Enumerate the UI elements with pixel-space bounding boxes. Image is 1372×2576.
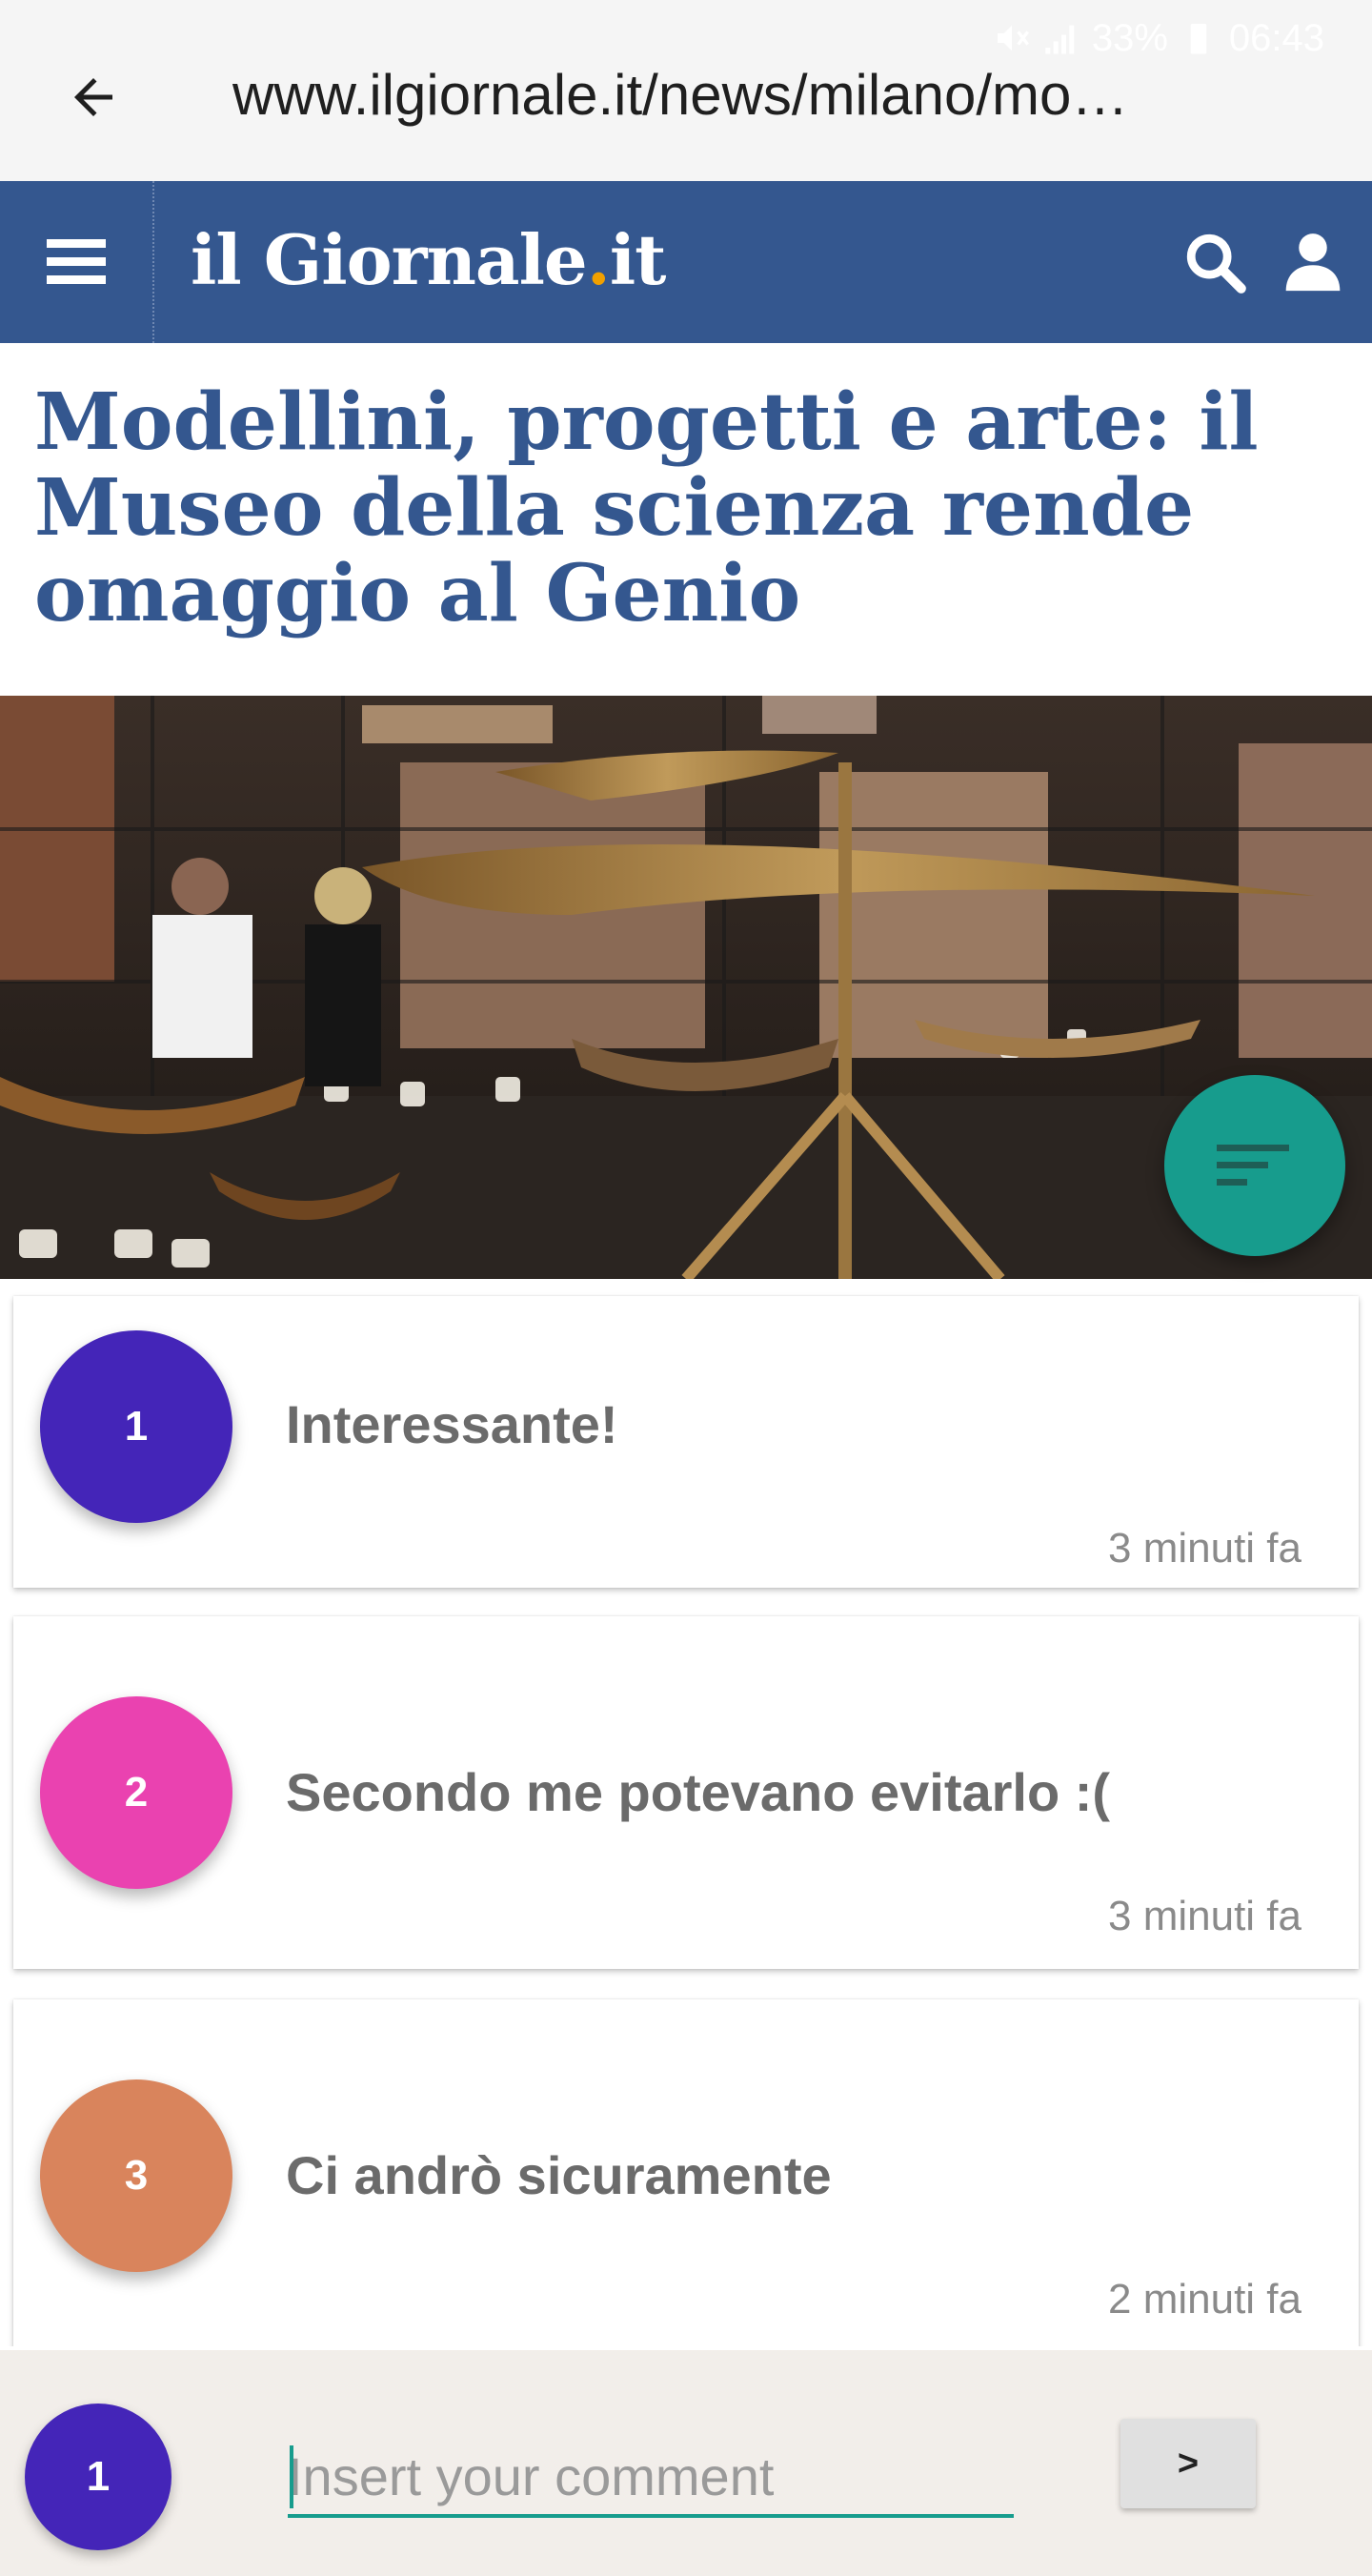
comment-badge: 1 (40, 1330, 232, 1523)
comment-card[interactable]: 2 Secondo me potevano evitarlo :( 3 minu… (13, 1616, 1359, 1969)
comment-card[interactable]: 1 Interessante! 3 minuti fa (13, 1296, 1359, 1588)
comment-card[interactable]: 3 Ci andrò sicuramente 2 minuti fa (13, 1999, 1359, 2346)
clock: 06:43 (1228, 16, 1324, 59)
comment-text: Ci andrò sicuramente (286, 2145, 832, 2205)
site-header: il Giornale.it (0, 181, 1372, 343)
search-icon (1186, 233, 1246, 294)
sort-comments-button[interactable] (1164, 1075, 1345, 1256)
search-button[interactable] (1181, 229, 1248, 295)
comment-text: Secondo me potevano evitarlo :( (286, 1762, 1111, 1822)
back-button[interactable] (55, 59, 131, 135)
user-button[interactable] (1281, 227, 1345, 295)
comment-time: 2 minuti fa (1108, 2276, 1301, 2322)
museum-photo (0, 696, 1372, 1279)
user-icon (1285, 233, 1341, 292)
comment-input[interactable] (288, 2438, 1014, 2518)
article-hero-image (0, 696, 1372, 1279)
mute-icon (997, 25, 1029, 51)
site-logo[interactable]: il Giornale.it (191, 217, 666, 303)
comment-time: 3 minuti fa (1108, 1893, 1301, 1939)
text-cursor (290, 2445, 293, 2508)
url-bar[interactable]: www.ilgiornale.it/news/milano/mo… (232, 57, 1300, 133)
arrow-left-icon (74, 78, 112, 116)
current-user-badge: 1 (25, 2404, 172, 2550)
comments-list: 1 Interessante! 3 minuti fa 2 Secondo me… (0, 1279, 1372, 2346)
article-title[interactable]: Modellini, progetti e arte: il Museo del… (34, 379, 1330, 637)
comment-time: 3 minuti fa (1108, 1525, 1301, 1572)
comment-text: Interessante! (286, 1394, 618, 1454)
send-comment-button[interactable]: > (1120, 2419, 1256, 2508)
battery-icon (1190, 24, 1207, 54)
comment-badge: 3 (40, 2079, 232, 2272)
signal-icon (1045, 25, 1075, 54)
status-bar: 33% 06:43 (993, 13, 1324, 63)
menu-icon (47, 239, 106, 284)
sort-icon (1217, 1145, 1289, 1186)
browser-toolbar: 33% 06:43 www.ilgiornale.it/news/milano/… (0, 0, 1372, 181)
menu-button[interactable] (0, 181, 154, 343)
battery-percentage: 33% (1091, 16, 1168, 59)
comment-badge: 2 (40, 1696, 232, 1889)
